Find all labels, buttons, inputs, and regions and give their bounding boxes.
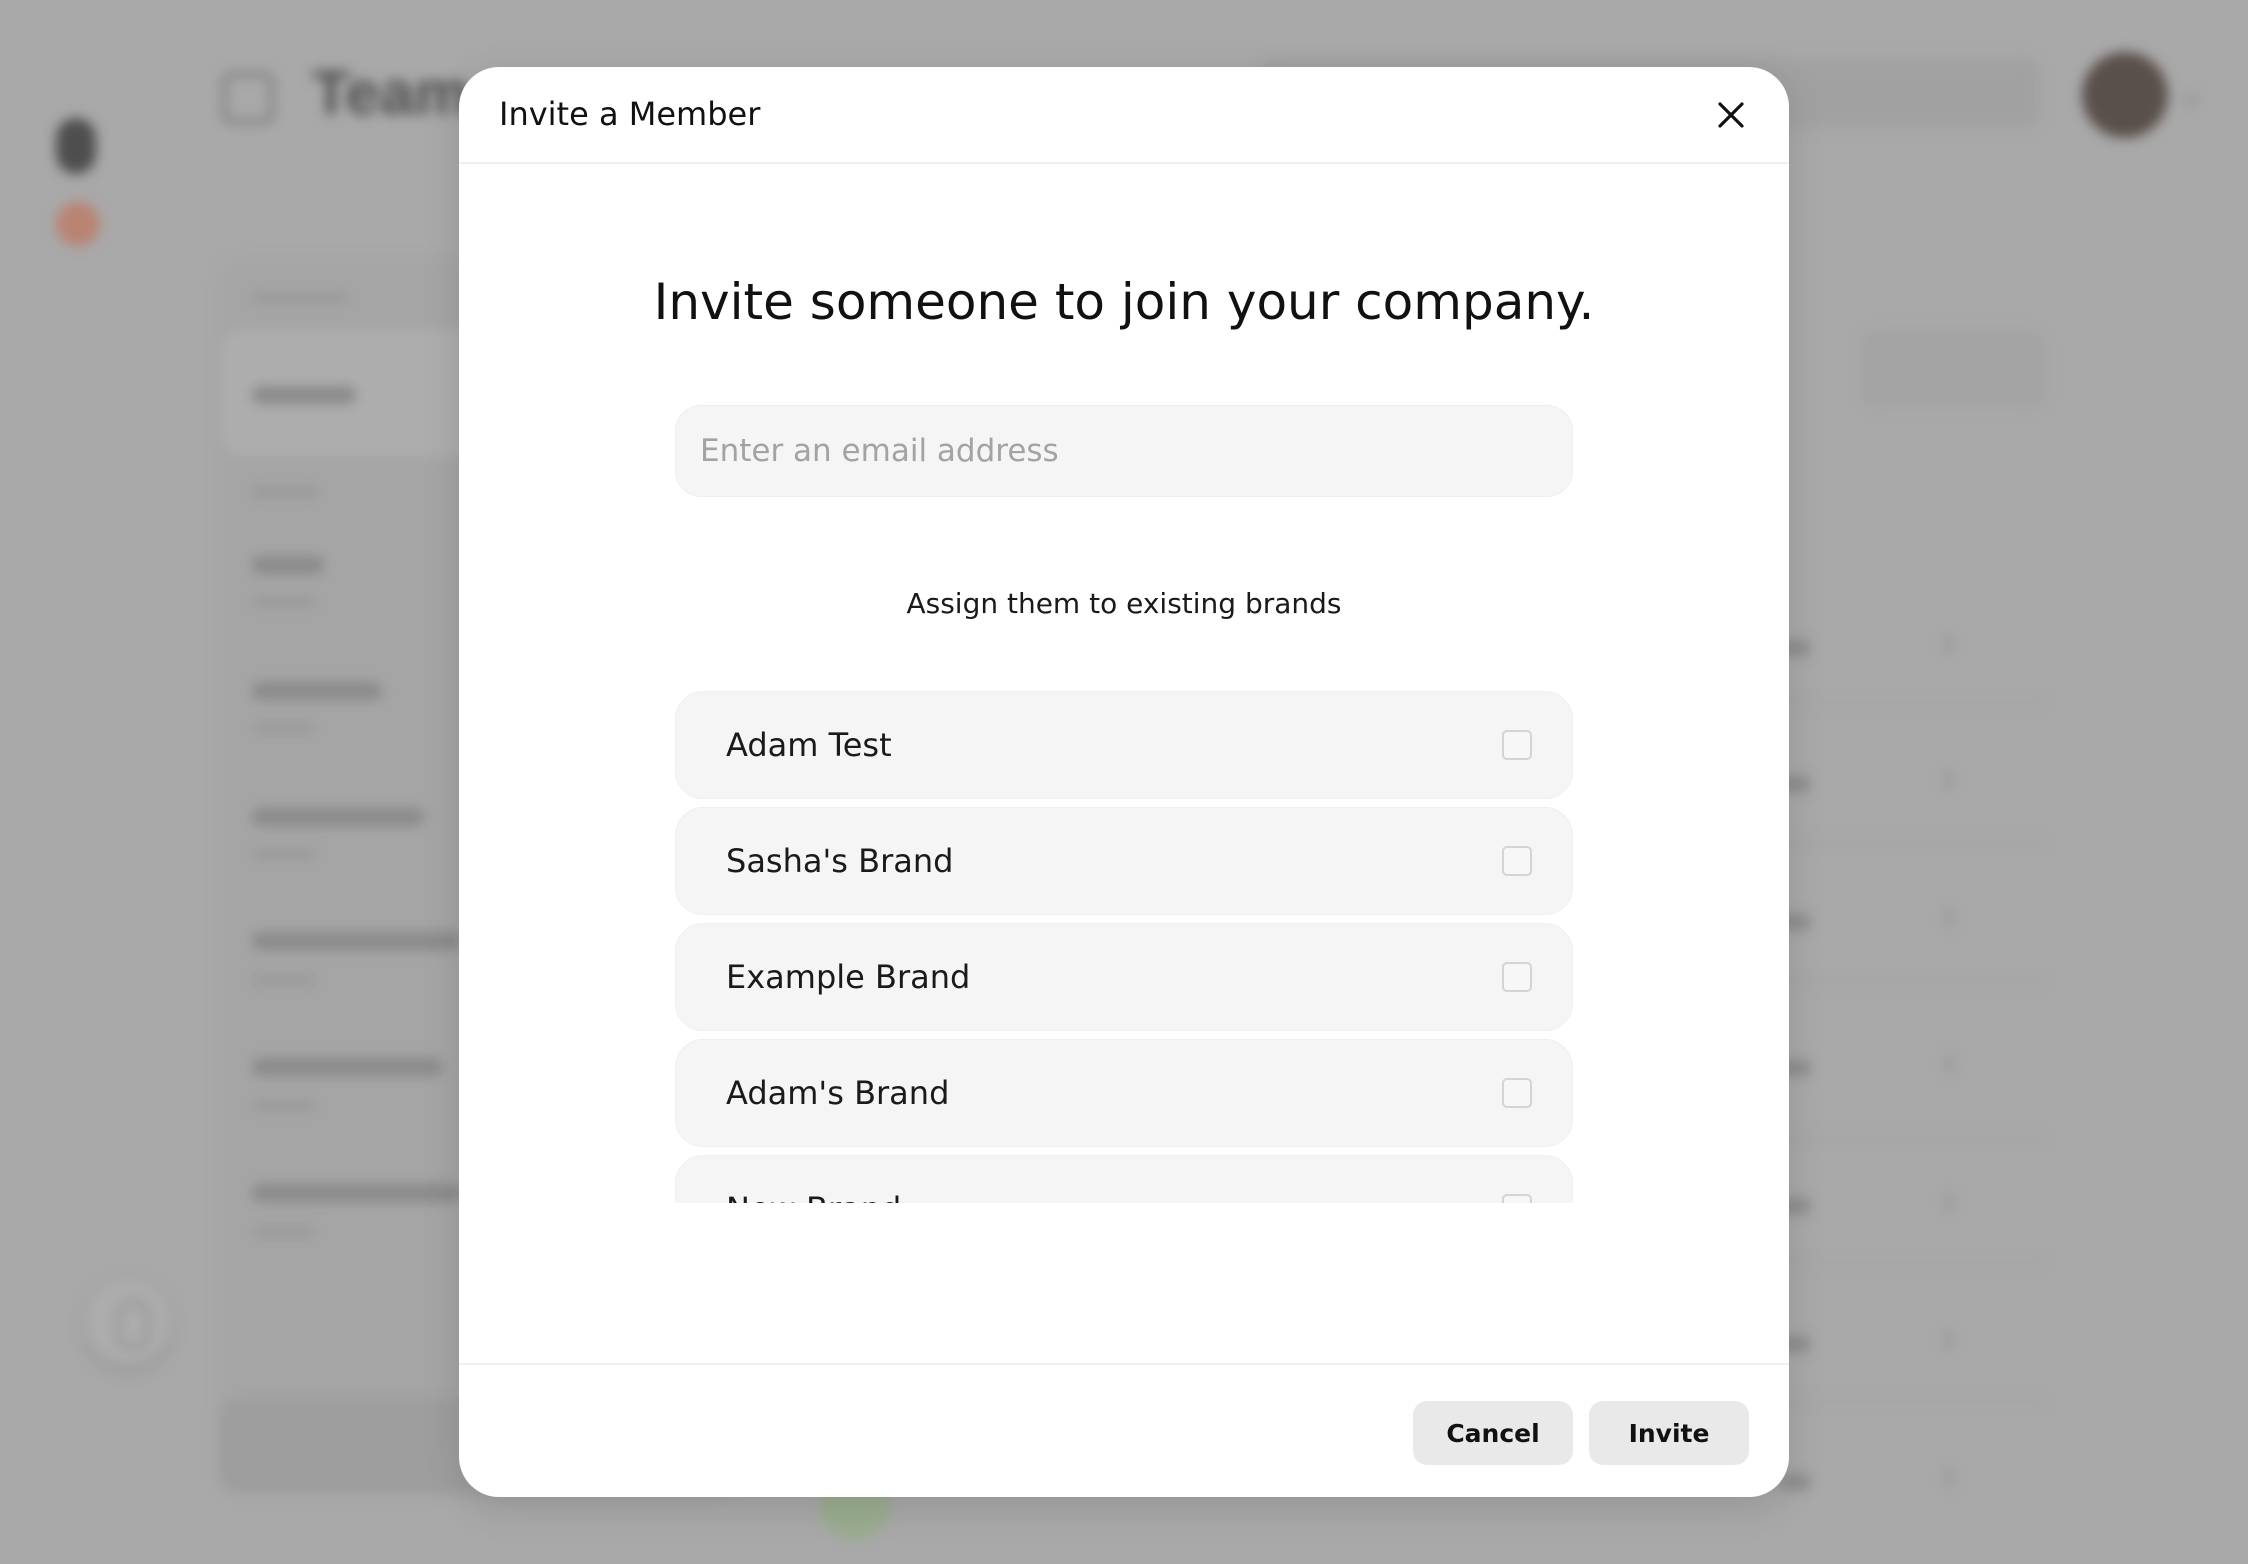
dialog-headline: Invite someone to join your company.: [653, 273, 1595, 331]
dialog-footer: Cancel Invite: [459, 1363, 1789, 1497]
brand-list-item[interactable]: New Brand: [675, 1155, 1573, 1203]
brand-list-item[interactable]: Adam Test: [675, 691, 1573, 799]
brand-list[interactable]: Adam Test Sasha's Brand Example Brand Ad…: [675, 691, 1573, 1203]
brand-list-item[interactable]: Sasha's Brand: [675, 807, 1573, 915]
close-icon: [1718, 102, 1744, 128]
close-button[interactable]: [1713, 97, 1749, 133]
assign-brands-label: Assign them to existing brands: [906, 587, 1342, 620]
brand-label: Adam's Brand: [726, 1074, 950, 1112]
invite-button[interactable]: Invite: [1589, 1401, 1749, 1465]
invite-member-dialog: Invite a Member Invite someone to join y…: [459, 67, 1789, 1497]
brand-label: New Brand: [726, 1190, 901, 1203]
brand-checkbox[interactable]: [1502, 730, 1532, 760]
brand-checkbox[interactable]: [1502, 1194, 1532, 1203]
brand-checkbox[interactable]: [1502, 1078, 1532, 1108]
brand-checkbox[interactable]: [1502, 962, 1532, 992]
email-field[interactable]: [675, 405, 1573, 497]
brand-list-item[interactable]: Example Brand: [675, 923, 1573, 1031]
brand-checkbox[interactable]: [1502, 846, 1532, 876]
cancel-button[interactable]: Cancel: [1413, 1401, 1573, 1465]
brand-label: Example Brand: [726, 958, 971, 996]
brand-list-item[interactable]: Adam's Brand: [675, 1039, 1573, 1147]
brand-label: Adam Test: [726, 726, 892, 764]
dialog-title: Invite a Member: [499, 95, 761, 133]
brand-label: Sasha's Brand: [726, 842, 954, 880]
dialog-header: Invite a Member: [459, 67, 1789, 164]
